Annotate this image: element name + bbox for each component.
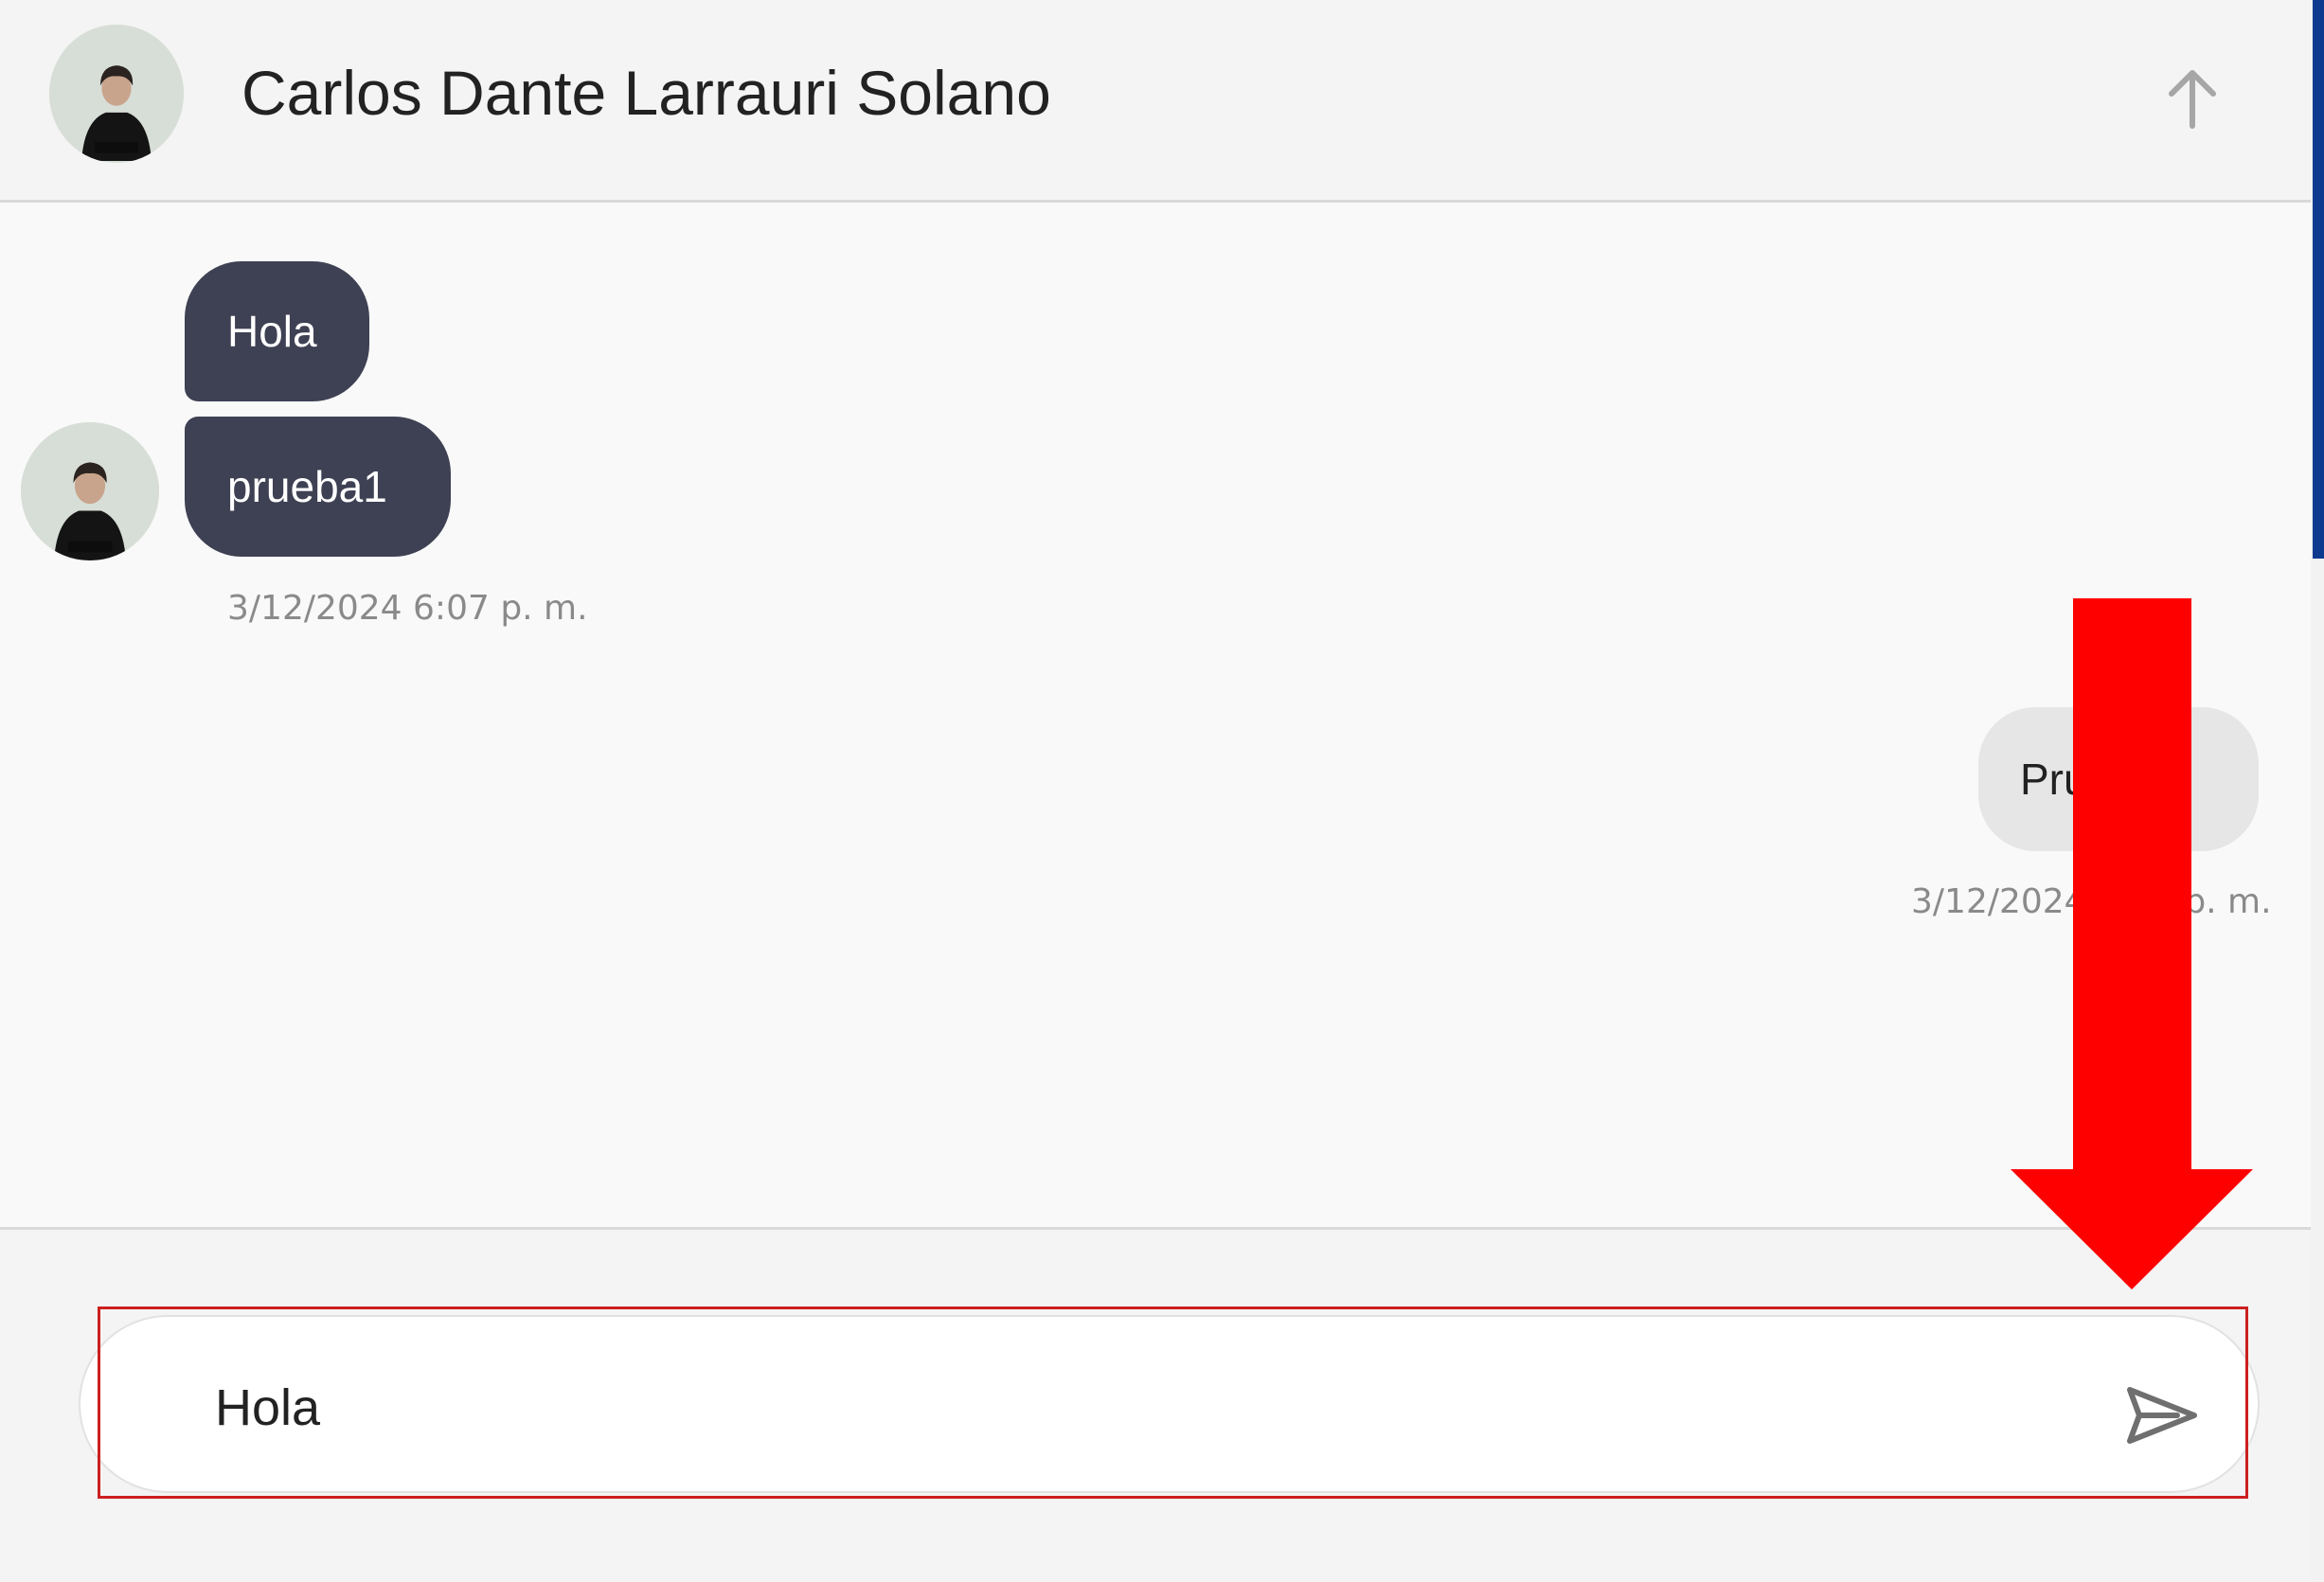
message-text: Prueba2 (2020, 755, 2185, 804)
message-timestamp: 3/12/2024 6:07 p. m. (227, 589, 588, 628)
scroll-to-top-button[interactable] (2157, 59, 2227, 138)
chat-window: Carlos Dante Larrauri Solano Hola prueba… (0, 0, 2311, 1582)
user-avatar-icon (21, 422, 159, 560)
message-bubble-incoming[interactable]: Hola (185, 261, 369, 401)
contact-avatar[interactable] (49, 25, 184, 163)
scrollbar-thumb[interactable] (2313, 0, 2324, 559)
send-button[interactable] (2110, 1370, 2214, 1461)
message-input[interactable] (213, 1369, 2092, 1447)
user-avatar-icon (49, 27, 184, 161)
message-input-container[interactable] (79, 1315, 2260, 1493)
message-text: Hola (227, 307, 317, 356)
chat-header: Carlos Dante Larrauri Solano (0, 0, 2311, 203)
contact-name: Carlos Dante Larrauri Solano (241, 58, 1051, 128)
arrow-up-icon (2169, 70, 2216, 129)
message-bubble-outgoing[interactable]: Prueba2 (1978, 707, 2259, 851)
send-icon (2127, 1387, 2197, 1444)
message-composer (0, 1227, 2311, 1582)
sender-avatar (21, 422, 159, 560)
message-bubble-incoming[interactable]: prueba1 (185, 417, 451, 557)
message-timestamp: 3/12/2024 6:07 p. m. (1911, 882, 2272, 921)
message-text: prueba1 (227, 462, 387, 511)
message-list[interactable]: Hola prueba1 3/12/2024 6:07 p. m. Prueba… (0, 203, 2311, 1227)
